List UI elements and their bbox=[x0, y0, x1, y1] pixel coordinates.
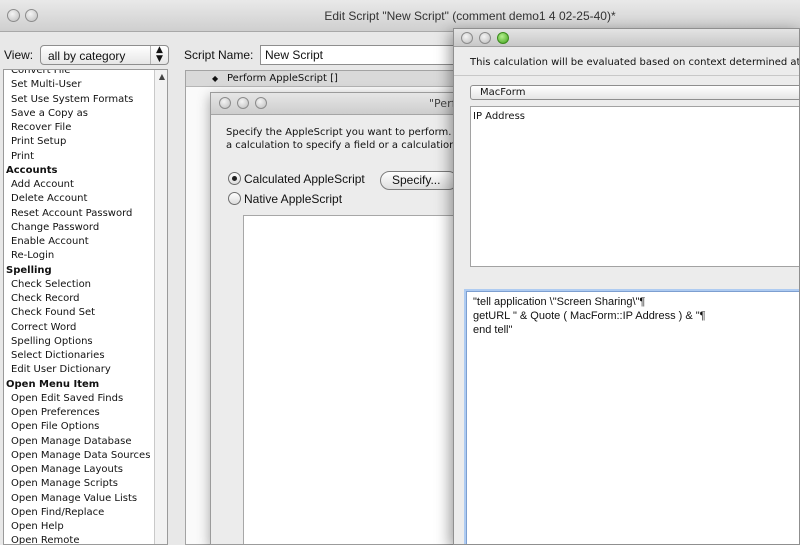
zoom-dialog-button[interactable] bbox=[255, 97, 267, 109]
table-select[interactable]: MacForm bbox=[470, 85, 799, 100]
script-step-item[interactable]: Re-Login bbox=[4, 249, 154, 263]
script-name-label: Script Name: bbox=[184, 48, 254, 62]
radio-indicator[interactable] bbox=[228, 192, 241, 205]
script-step-item[interactable]: Select Dictionaries bbox=[4, 349, 154, 363]
script-step-item[interactable]: Delete Account bbox=[4, 192, 154, 206]
drag-handle-icon[interactable]: ◆ bbox=[212, 71, 218, 87]
script-step-item[interactable]: Open Preferences bbox=[4, 406, 154, 420]
radio-indicator[interactable] bbox=[228, 172, 241, 185]
script-step-item[interactable]: Open Manage Layouts bbox=[4, 463, 154, 477]
pas-dialog-title: "Perf bbox=[429, 97, 456, 110]
pas-instructions: Specify the AppleScript you want to perf… bbox=[226, 126, 465, 152]
script-step-item[interactable]: Spelling Options bbox=[4, 335, 154, 349]
specify-calculation-dialog: This calculation will be evaluated based… bbox=[453, 28, 800, 545]
zoom-dialog-button[interactable] bbox=[497, 32, 509, 44]
script-step-item[interactable]: Open Manage Data Sources bbox=[4, 449, 154, 463]
scroll-up-arrow-icon[interactable]: ▲ bbox=[159, 72, 165, 81]
script-step-row[interactable]: ◆ Perform AppleScript [] bbox=[186, 71, 464, 87]
native-applescript-textarea[interactable] bbox=[243, 215, 464, 544]
view-select-value: all by category bbox=[48, 49, 126, 63]
specify-button[interactable]: Specify... bbox=[380, 171, 458, 190]
script-name-input[interactable]: New Script bbox=[260, 45, 460, 65]
script-step-item[interactable]: Open Help bbox=[4, 520, 154, 534]
radio-label: Calculated AppleScript bbox=[244, 172, 365, 186]
script-step-item[interactable]: Set Use System Formats bbox=[4, 93, 154, 107]
script-step-item[interactable]: Open Edit Saved Finds bbox=[4, 392, 154, 406]
up-down-arrows-icon: ▲ ▼ bbox=[150, 46, 168, 64]
perform-applescript-dialog: "Perf Specify the AppleScript you want t… bbox=[210, 92, 465, 545]
formula-text: "tell application \"Screen Sharing\"¶ ge… bbox=[473, 296, 706, 336]
script-step-item[interactable]: Open Manage Value Lists bbox=[4, 492, 154, 506]
script-step-item[interactable]: Correct Word bbox=[4, 321, 154, 335]
instruction-line: Specify the AppleScript you want to perf… bbox=[226, 127, 465, 138]
view-select[interactable]: all by category ▲ ▼ bbox=[40, 45, 169, 65]
script-step-item[interactable]: Print bbox=[4, 150, 154, 164]
view-label: View: bbox=[4, 48, 34, 62]
script-step-item[interactable]: Reset Account Password bbox=[4, 207, 154, 221]
radio-label: Native AppleScript bbox=[244, 192, 343, 206]
script-step-item[interactable]: Check Found Set bbox=[4, 306, 154, 320]
script-step-item[interactable]: Open Remote bbox=[4, 534, 154, 544]
script-step-item[interactable]: Edit User Dictionary bbox=[4, 363, 154, 377]
radio-calculated-applescript[interactable]: Calculated AppleScript bbox=[228, 172, 365, 186]
context-text: This calculation will be evaluated based… bbox=[470, 57, 800, 68]
script-step-item[interactable]: Open Manage Database bbox=[4, 435, 154, 449]
script-step-item[interactable]: Set Multi-User bbox=[4, 78, 154, 92]
steps-category-header: Spelling bbox=[6, 264, 52, 276]
radio-native-applescript[interactable]: Native AppleScript bbox=[228, 192, 342, 206]
pas-titlebar: "Perf bbox=[211, 93, 464, 115]
script-step-item[interactable]: Open Find/Replace bbox=[4, 506, 154, 520]
formula-textarea[interactable]: "tell application \"Screen Sharing\"¶ ge… bbox=[466, 291, 799, 544]
minimize-dialog-button[interactable] bbox=[479, 32, 491, 44]
steps-category-header: Open Menu Item bbox=[6, 378, 100, 390]
script-step-item[interactable]: Convert File bbox=[4, 70, 154, 78]
steps-scrollbar[interactable]: ▲ bbox=[154, 70, 167, 544]
script-step-item[interactable]: Enable Account bbox=[4, 235, 154, 249]
field-list[interactable]: IP Address bbox=[470, 106, 799, 267]
steps-category-header: Accounts bbox=[6, 164, 58, 176]
script-step-item[interactable]: Save a Copy as bbox=[4, 107, 154, 121]
script-step-item[interactable]: Check Selection bbox=[4, 278, 154, 292]
script-step-item[interactable]: Change Password bbox=[4, 221, 154, 235]
script-step-item[interactable]: Check Record bbox=[4, 292, 154, 306]
script-steps-list[interactable]: Convert File Set Multi-User Set Use System… bbox=[3, 69, 168, 545]
script-step-item[interactable]: Add Account bbox=[4, 178, 154, 192]
minimize-dialog-button[interactable] bbox=[237, 97, 249, 109]
script-steps: Convert File Set Multi-User Set Use System… bbox=[4, 70, 154, 544]
close-dialog-button[interactable] bbox=[219, 97, 231, 109]
script-step-item[interactable]: Open Manage Scripts bbox=[4, 477, 154, 491]
field-list-item[interactable]: IP Address bbox=[473, 110, 799, 123]
fields: IP Address bbox=[471, 107, 799, 123]
script-step-item[interactable]: Print Setup bbox=[4, 135, 154, 149]
close-dialog-button[interactable] bbox=[461, 32, 473, 44]
divider bbox=[454, 75, 799, 76]
script-step-item[interactable]: Recover File bbox=[4, 121, 154, 135]
instruction-line: a calculation to specify a field or a ca… bbox=[226, 140, 465, 151]
script-step-item[interactable]: Open File Options bbox=[4, 420, 154, 434]
calc-titlebar bbox=[454, 29, 799, 47]
script-step-text: Perform AppleScript [] bbox=[227, 73, 338, 84]
